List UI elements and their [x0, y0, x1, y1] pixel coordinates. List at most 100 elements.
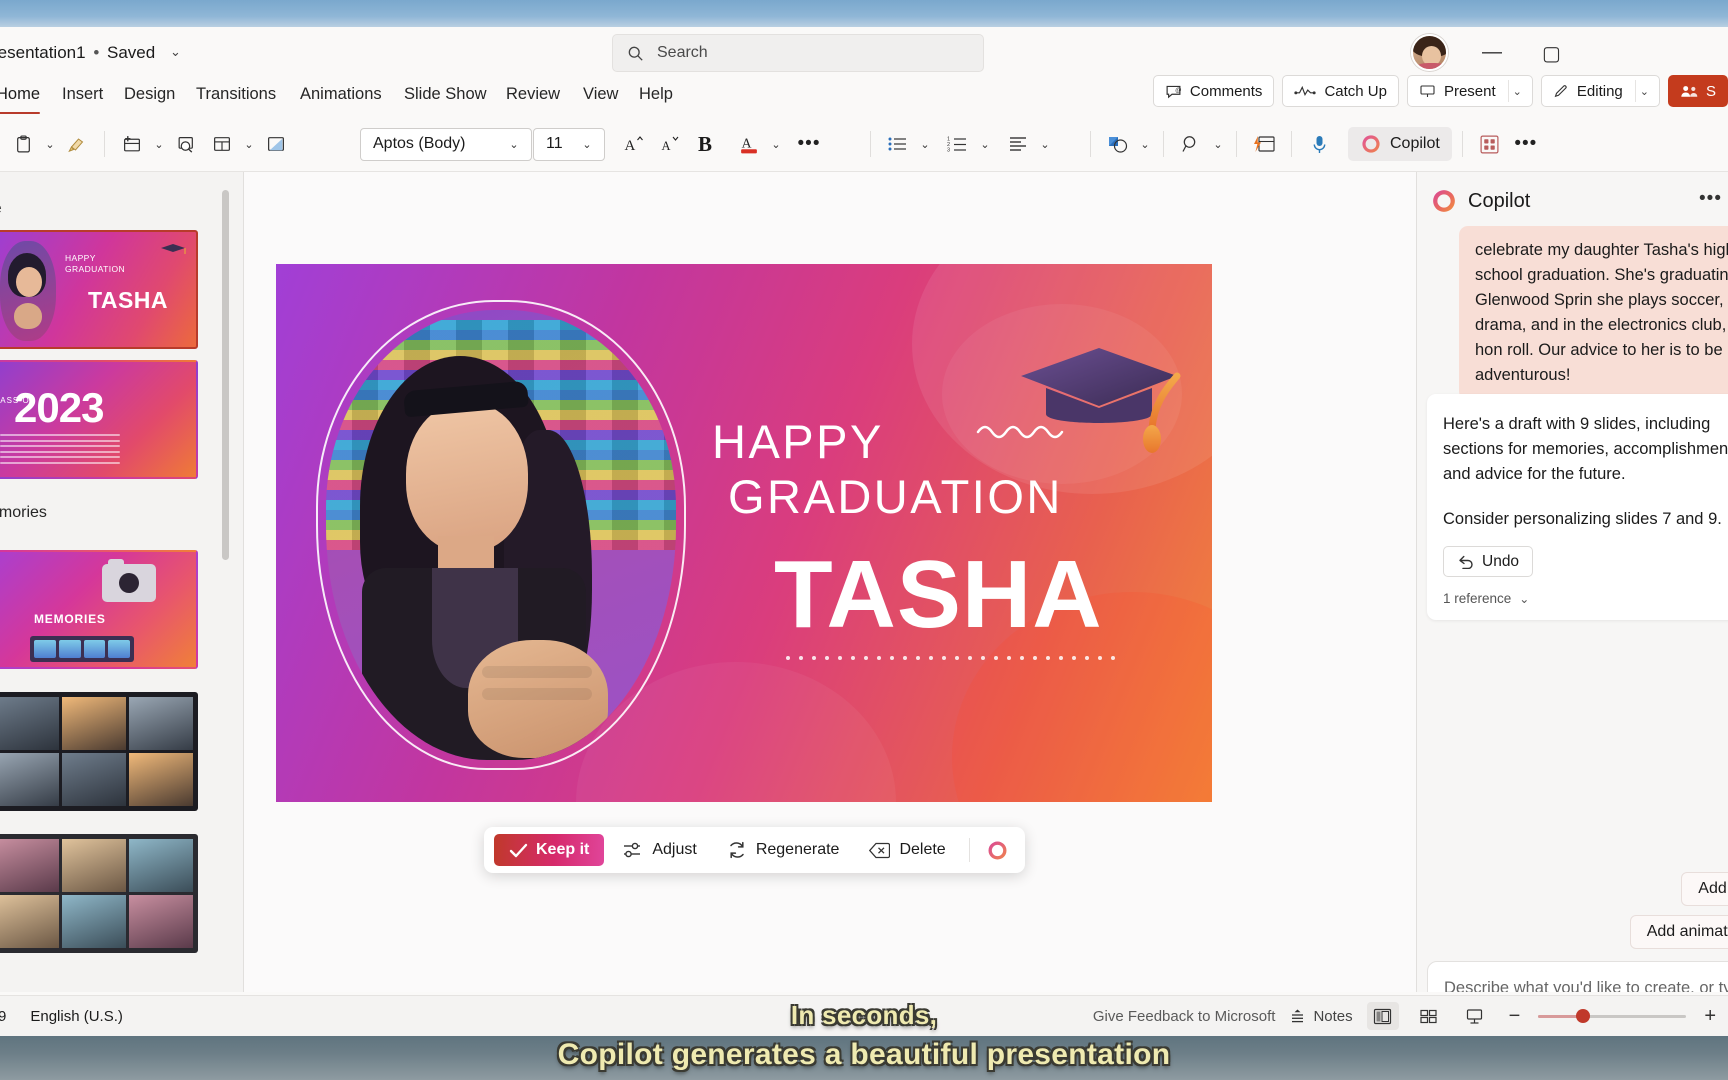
keep-it-label: Keep it — [536, 841, 590, 858]
font-color-button[interactable]: A — [732, 127, 766, 161]
minimize-button[interactable]: — — [1482, 41, 1502, 64]
reset-slide-button[interactable] — [259, 127, 293, 161]
apps-grid-button[interactable] — [1473, 127, 1507, 161]
svg-text:A: A — [624, 138, 635, 154]
title-separator: • — [93, 43, 100, 62]
tab-home[interactable]: Home — [0, 79, 41, 114]
copilot-input-box[interactable]: Describe what you'd like to create, or t… — [1427, 961, 1728, 992]
bullets-chevron-down-icon[interactable]: ⌄ — [917, 138, 933, 151]
tab-review[interactable]: Review — [506, 79, 560, 110]
paste-button[interactable] — [6, 127, 40, 161]
tab-insert[interactable]: Insert — [62, 79, 103, 110]
thumb-hand — [14, 303, 42, 329]
copilot-ribbon-button[interactable]: Copilot — [1348, 127, 1452, 161]
adjust-button[interactable]: Adjust — [610, 834, 708, 866]
user-avatar[interactable] — [1411, 34, 1448, 71]
thumbnail-slide-3[interactable]: MEMORIES — [0, 550, 198, 669]
copilot-more-options-button[interactable]: ••• — [1699, 188, 1722, 210]
size-chevron-down-icon[interactable]: ⌄ — [579, 138, 595, 151]
slide-title-line2[interactable]: GRADUATION — [728, 469, 1063, 524]
undo-button[interactable]: Undo — [1443, 546, 1534, 577]
slide-title-line1[interactable]: HAPPY — [712, 414, 884, 469]
ribbon-overflow-button[interactable]: ••• — [1509, 127, 1543, 161]
chevron-down-icon[interactable]: ⌄ — [170, 44, 181, 60]
numbering-button[interactable]: 123 — [941, 127, 975, 161]
video-top-strip — [0, 0, 1728, 27]
slide-layout-button[interactable] — [205, 127, 239, 161]
slide-portrait-image[interactable] — [316, 300, 686, 770]
shapes-chevron-down-icon[interactable]: ⌄ — [1137, 138, 1153, 151]
copilot-pane[interactable]: Copilot ••• celebrate my daughter Tasha'… — [1416, 172, 1728, 992]
delete-button[interactable]: Delete — [857, 834, 957, 866]
decrease-font-size-button[interactable]: A — [652, 127, 686, 161]
search-input[interactable]: Search — [612, 34, 984, 72]
font-shrink-icon: A — [661, 136, 678, 153]
catch-up-button[interactable]: Catch Up — [1282, 75, 1399, 107]
bullets-button[interactable] — [881, 127, 915, 161]
comments-label: Comments — [1189, 82, 1263, 100]
regenerate-button[interactable]: Regenerate — [715, 834, 852, 866]
present-button[interactable]: Present ⌄ — [1406, 75, 1533, 107]
slide-name-text[interactable]: TASHA — [774, 540, 1103, 650]
tab-view[interactable]: View — [583, 79, 618, 110]
copilot-pane-title: Copilot — [1468, 189, 1531, 212]
copilot-ribbon-label: Copilot — [1390, 135, 1440, 152]
references-label: 1 reference — [1443, 591, 1512, 606]
maximize-button[interactable]: ▢ — [1542, 41, 1561, 66]
increase-font-size-button[interactable]: A — [616, 127, 650, 161]
font-chevron-down-icon[interactable]: ⌄ — [506, 138, 522, 151]
thumb-photo — [0, 241, 56, 341]
bold-button[interactable]: B — [688, 127, 722, 161]
font-color-chevron-down-icon[interactable]: ⌄ — [768, 138, 784, 151]
ellipsis-icon: ••• — [1514, 133, 1538, 154]
slide-canvas[interactable]: HAPPY GRADUATION TASHA Keep it Adjust Re… — [244, 172, 1416, 992]
layout-chevron-down-icon[interactable]: ⌄ — [241, 138, 257, 151]
comments-button[interactable]: @ Comments — [1152, 75, 1275, 107]
paintbrush-icon — [67, 138, 83, 153]
present-chevron-down-icon[interactable]: ⌄ — [1507, 80, 1528, 102]
designer-button[interactable] — [1247, 127, 1281, 161]
tab-slide-show[interactable]: Slide Show — [404, 79, 487, 110]
format-painter-button[interactable] — [60, 127, 94, 161]
font-name-select[interactable]: Aptos (Body) ⌄ — [360, 127, 532, 161]
thumbnail-slide-1[interactable]: HAPPY GRADUATION TASHA — [0, 230, 198, 349]
copilot-references-toggle[interactable]: 1 reference ⌄ — [1443, 591, 1728, 606]
present-icon — [1420, 84, 1435, 97]
copilot-toolbar-icon-button[interactable] — [981, 833, 1015, 867]
share-button[interactable]: S — [1667, 75, 1728, 107]
more-font-options-button[interactable]: ••• — [792, 127, 826, 161]
thumbnail-slide-2[interactable]: CLASS OF 2023 — [0, 360, 198, 479]
paste-chevron-down-icon[interactable]: ⌄ — [42, 138, 58, 151]
thumbnail-slide-5[interactable] — [0, 834, 198, 953]
new-slide-icon — [124, 135, 140, 151]
thumbnail-slide-4[interactable] — [0, 692, 198, 811]
font-size-value: 11 — [546, 135, 563, 152]
thumbnail-scrollbar-thumb[interactable] — [222, 190, 229, 560]
ribbon-command-bar: ⌄ ⌄ ⌄ Aptos (Body) ⌄ 11 ⌄ A A B A ⌄ ••• … — [0, 116, 1728, 172]
present-label: Present — [1443, 82, 1496, 100]
suggestion-chip-add-animations[interactable]: Add animations — [1629, 915, 1728, 949]
tab-help[interactable]: Help — [639, 79, 673, 110]
current-slide[interactable]: HAPPY GRADUATION TASHA — [276, 264, 1212, 802]
new-slide-button[interactable] — [115, 127, 149, 161]
find-button[interactable] — [1174, 127, 1208, 161]
dictate-button[interactable] — [1302, 127, 1336, 161]
document-title[interactable]: resentation1 • Saved ⌄ — [0, 43, 181, 63]
suggestion-chip-add-image[interactable]: Add an i — [1681, 872, 1728, 906]
slide-thumbnail-pane[interactable]: le HAPPY GRADUATION TASHA CLASS OF 2023 — [0, 172, 244, 992]
tab-design[interactable]: Design — [124, 79, 175, 110]
font-size-select[interactable]: 11 ⌄ — [533, 127, 605, 161]
slide-preview-button[interactable] — [169, 127, 203, 161]
editing-mode-button[interactable]: Editing ⌄ — [1540, 75, 1660, 107]
align-button[interactable] — [1001, 127, 1035, 161]
find-chevron-down-icon[interactable]: ⌄ — [1210, 138, 1226, 151]
numbering-chevron-down-icon[interactable]: ⌄ — [977, 138, 993, 151]
align-chevron-down-icon[interactable]: ⌄ — [1037, 138, 1053, 151]
shapes-button[interactable] — [1101, 127, 1135, 161]
tab-transitions[interactable]: Transitions — [196, 79, 276, 110]
keep-it-button[interactable]: Keep it — [494, 834, 605, 866]
editing-chevron-down-icon[interactable]: ⌄ — [1634, 80, 1655, 102]
reset-icon — [268, 137, 284, 151]
new-slide-chevron-down-icon[interactable]: ⌄ — [151, 138, 167, 151]
tab-animations[interactable]: Animations — [300, 79, 382, 110]
